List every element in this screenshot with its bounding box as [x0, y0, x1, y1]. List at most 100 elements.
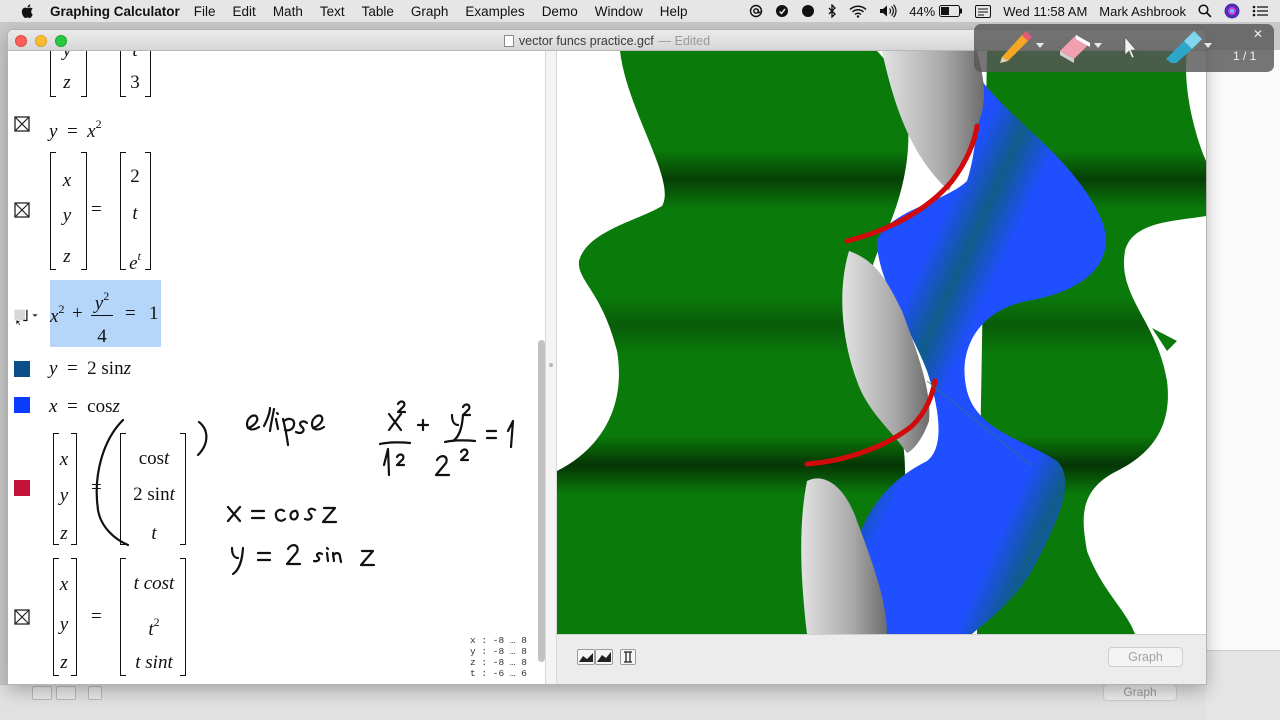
- splitter-grip: [549, 363, 553, 367]
- surface-mesh-button[interactable]: [595, 649, 613, 665]
- menu-demo[interactable]: Demo: [542, 4, 578, 19]
- graph-color-swatch[interactable]: [14, 480, 30, 496]
- document-scrollbar[interactable]: [538, 340, 545, 662]
- fraction-denominator[interactable]: 4: [87, 327, 117, 346]
- notification-center-icon[interactable]: [1252, 5, 1268, 17]
- matrix-cell[interactable]: et: [120, 247, 150, 273]
- equation-4[interactable]: y = 2 sinz: [49, 358, 131, 380]
- equals-sign: =: [125, 303, 136, 324]
- bg-tool-button: [56, 686, 76, 700]
- matrix-cell[interactable]: x: [52, 171, 82, 190]
- equals-sign: =: [91, 606, 102, 627]
- apple-menu-icon[interactable]: [20, 3, 36, 19]
- pen-options-chevron-icon[interactable]: [1036, 43, 1044, 48]
- graph-style-popup-icon[interactable]: [12, 307, 40, 325]
- graph-pane[interactable]: Graph: [557, 51, 1206, 684]
- bg-tool-button: [32, 686, 52, 700]
- document-icon: [503, 34, 514, 47]
- plus-sign: +: [72, 303, 83, 324]
- user-name[interactable]: Mark Ashbrook: [1099, 4, 1186, 19]
- scriptable-icon[interactable]: [775, 4, 789, 18]
- matrix-cell[interactable]: z: [49, 653, 79, 672]
- equation-5[interactable]: x = cosz: [49, 396, 120, 418]
- at-sign-icon[interactable]: [749, 4, 763, 18]
- equation-3-rhs[interactable]: 1: [149, 303, 159, 325]
- menu-examples[interactable]: Examples: [465, 4, 524, 19]
- clock[interactable]: Wed 11:58 AM: [1003, 4, 1087, 19]
- graph-disabled-checkbox-icon[interactable]: [14, 202, 30, 218]
- background-graph-tools: [32, 686, 102, 700]
- highlighter-tool-icon[interactable]: [1160, 29, 1204, 63]
- matrix-cell[interactable]: z: [52, 247, 82, 266]
- background-window-footer: [1205, 650, 1280, 720]
- t-range: t : -6 … 6: [470, 668, 528, 679]
- input-source-icon[interactable]: [975, 4, 992, 18]
- matrix-cell[interactable]: cost: [123, 449, 185, 468]
- matrix-cell[interactable]: 2: [120, 167, 150, 186]
- matrix-cell[interactable]: t cost: [123, 574, 185, 593]
- menu-math[interactable]: Math: [273, 4, 303, 19]
- spotlight-icon[interactable]: [1198, 4, 1212, 18]
- matrix-cell[interactable]: y: [49, 615, 79, 634]
- graph-toolbar: Graph: [557, 634, 1206, 684]
- graph-button[interactable]: Graph: [1108, 647, 1183, 667]
- bluetooth-icon[interactable]: [827, 4, 837, 18]
- matrix-cell[interactable]: t2: [123, 613, 185, 639]
- graph-disabled-checkbox-icon[interactable]: [14, 116, 30, 132]
- pen-tool-icon[interactable]: [996, 29, 1036, 63]
- matrix-cell[interactable]: 2 sint: [123, 485, 185, 504]
- matrix-cell[interactable]: z: [52, 73, 82, 92]
- status-area: 44% Wed 11:58 AM Mark Ashbrook: [749, 0, 1280, 22]
- highlighter-options-chevron-icon[interactable]: [1204, 43, 1212, 48]
- axes-toggle-button[interactable]: [620, 649, 636, 665]
- menu-table[interactable]: Table: [362, 4, 394, 19]
- graph-range-readout: x : -8 … 8 y : -8 … 8 z : -8 … 8 t : -6 …: [470, 635, 527, 679]
- equation-3[interactable]: x2: [50, 302, 64, 328]
- equation-1[interactable]: y = x2: [49, 117, 102, 143]
- matrix-cell[interactable]: t: [123, 524, 185, 543]
- equation-document[interactable]: z 3 t y y = x2 x y z = 2 t et: [8, 51, 540, 684]
- menu-edit[interactable]: Edit: [233, 4, 256, 19]
- matrix-cell-cropped: y: [52, 51, 82, 60]
- pane-splitter[interactable]: [545, 51, 557, 684]
- background-window-toolbar: [0, 684, 1205, 720]
- equals-sign: =: [91, 477, 102, 498]
- edited-indicator: — Edited: [658, 33, 711, 48]
- menu-bar: Graphing Calculator File Edit Math Text …: [0, 0, 1280, 22]
- matrix-cell[interactable]: z: [49, 524, 79, 543]
- volume-icon[interactable]: [879, 4, 897, 18]
- matrix-cell[interactable]: y: [52, 206, 82, 225]
- graph-color-swatch[interactable]: [14, 397, 30, 413]
- menu-help[interactable]: Help: [660, 4, 688, 19]
- background-window: [1205, 50, 1280, 720]
- menu-graph[interactable]: Graph: [411, 4, 449, 19]
- wifi-icon[interactable]: [849, 5, 867, 18]
- matrix-cell[interactable]: x: [49, 450, 79, 469]
- fraction-numerator[interactable]: y2: [87, 287, 117, 313]
- matrix-cell[interactable]: y: [49, 486, 79, 505]
- menu-text[interactable]: Text: [320, 4, 345, 19]
- eraser-tool-icon[interactable]: [1054, 29, 1094, 63]
- matrix-cell[interactable]: t: [120, 204, 150, 223]
- record-icon[interactable]: [801, 4, 815, 18]
- siri-icon[interactable]: [1224, 3, 1240, 19]
- matrix-cell[interactable]: 3: [120, 73, 150, 92]
- z-range: z : -8 … 8: [470, 657, 528, 668]
- background-graph-button: Graph: [1103, 684, 1177, 701]
- battery-icon[interactable]: [939, 5, 963, 17]
- annotation-page-indicator: 1 / 1: [1233, 49, 1257, 63]
- pointer-tool-icon[interactable]: [1120, 29, 1140, 63]
- graph-disabled-checkbox-icon[interactable]: [14, 609, 30, 625]
- surface-shading-button[interactable]: [577, 649, 595, 665]
- app-name-menu[interactable]: Graphing Calculator: [50, 4, 180, 19]
- matrix-cell[interactable]: x: [49, 575, 79, 594]
- 3d-graph-canvas[interactable]: [557, 51, 1206, 634]
- close-annotation-icon[interactable]: ✕: [1253, 27, 1263, 41]
- menu-file[interactable]: File: [194, 4, 216, 19]
- eraser-options-chevron-icon[interactable]: [1094, 43, 1102, 48]
- graph-color-swatch[interactable]: [14, 361, 30, 377]
- bg-tool-button: [88, 686, 102, 700]
- matrix-cell-cropped: t: [120, 51, 150, 60]
- matrix-cell[interactable]: t sint: [123, 653, 185, 672]
- menu-window[interactable]: Window: [595, 4, 643, 19]
